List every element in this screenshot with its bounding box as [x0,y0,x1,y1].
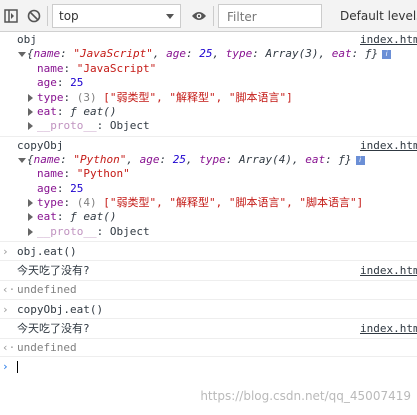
command-text: obj.eat() [17,245,77,258]
log-divider [0,136,417,137]
eye-icon[interactable] [191,8,207,24]
expand-arrow-icon[interactable] [18,158,26,163]
prompt-arrow-icon: › [2,360,9,373]
toolbar-divider [213,6,214,26]
log-message: copyObj index.htm [0,139,417,153]
log-divider [0,260,417,261]
object-summary-text: {name: "Python", age: 25, type: Array(4)… [27,153,365,167]
log-divider [0,241,417,242]
source-link[interactable]: index.htm [360,33,417,47]
source-link[interactable]: index.htm [360,139,417,153]
property-row: name: "Python" [37,167,130,180]
log-output-text: 今天吃了没有? [17,322,90,335]
watermark: https://blog.csdn.net/qq_45007419 [200,389,411,403]
property-row-proto[interactable]: __proto__: Object [0,225,417,239]
input-arrow-icon: › [2,303,9,316]
source-link[interactable]: index.htm [360,264,417,278]
clear-console-icon[interactable] [26,8,42,24]
log-message: 今天吃了没有? index.htm [0,322,417,336]
result-text: undefined [17,283,77,296]
object-summary[interactable]: {name: "Python", age: 25, type: Array(4)… [0,153,417,167]
log-divider [0,318,417,319]
expand-arrow-icon[interactable] [28,228,33,236]
result-text: undefined [17,341,77,354]
filter-input-box[interactable] [218,4,324,28]
log-output-text: 今天吃了没有? [17,264,90,277]
source-link[interactable]: index.htm [360,322,417,336]
log-levels-label: Default levels [340,9,417,23]
expand-arrow-icon[interactable] [28,213,33,221]
info-icon[interactable]: i [382,49,392,59]
object-summary-text: {name: "JavaScript", age: 25, type: Arra… [27,47,392,61]
expand-arrow-icon[interactable] [28,94,33,102]
expand-arrow-icon[interactable] [18,52,26,57]
property-row-eat[interactable]: eat: ƒ eat() [0,210,417,224]
console-input-entry: › obj.eat() [0,245,417,259]
log-divider [0,280,417,281]
log-divider [0,299,417,300]
context-selector[interactable]: top [52,4,181,28]
log-levels-dropdown[interactable]: Default levels [340,9,417,23]
property-row: age: 25 [37,76,84,89]
sidebar-toggle-icon[interactable] [3,8,19,24]
console-input-entry: › copyObj.eat() [0,303,417,317]
log-label: copyObj [17,139,64,152]
log-label: obj [17,33,37,46]
info-icon[interactable]: i [355,155,365,165]
toolbar-divider [47,6,48,26]
property-row: name: "JavaScript" [37,62,157,75]
console-toolbar: top Default levels [0,0,417,32]
console-result: ‹· undefined [0,341,417,355]
log-message: 今天吃了没有? index.htm [0,264,417,278]
expand-arrow-icon[interactable] [28,108,33,116]
command-text: copyObj.eat() [17,303,104,316]
chevron-down-icon [166,14,174,19]
property-row-proto[interactable]: __proto__: Object [0,119,417,133]
object-summary[interactable]: {name: "JavaScript", age: 25, type: Arra… [0,47,417,61]
property-row-type[interactable]: type: (3) ["弱类型", "解释型", "脚本语言"] [0,91,417,105]
context-value: top [59,9,79,23]
console-result: ‹· undefined [0,283,417,297]
property-row-eat[interactable]: eat: ƒ eat() [0,105,417,119]
expand-arrow-icon[interactable] [28,122,33,130]
input-arrow-icon: › [2,245,9,258]
log-divider [0,356,417,357]
log-divider [0,338,417,339]
result-arrow-icon: ‹· [2,341,16,354]
result-arrow-icon: ‹· [2,283,16,296]
filter-input[interactable] [225,6,324,28]
property-row: age: 25 [37,182,84,195]
expand-arrow-icon[interactable] [28,199,33,207]
property-row-type[interactable]: type: (4) ["弱类型", "解释型", "脚本语言", "脚本语言"] [0,196,417,210]
log-message: obj index.htm [0,33,417,47]
text-cursor [17,361,18,373]
console-prompt[interactable]: › [0,360,417,374]
